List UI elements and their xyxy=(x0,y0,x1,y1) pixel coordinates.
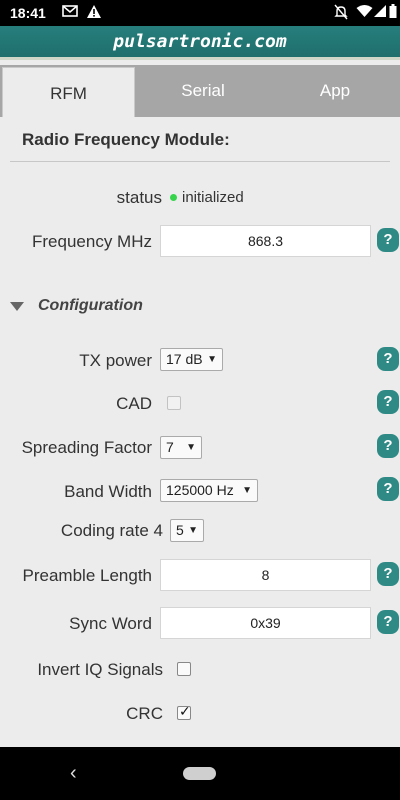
spreading-factor-select[interactable]: 7 ▼ xyxy=(160,436,202,459)
invert-iq-checkbox[interactable] xyxy=(177,662,191,676)
home-button[interactable] xyxy=(183,767,216,780)
crc-label: CRC xyxy=(126,704,163,723)
dropdown-arrow-icon: ▼ xyxy=(242,485,252,496)
rfm-panel xyxy=(0,117,400,747)
bandwidth-value: 125000 Hz xyxy=(166,482,234,498)
clock: 18:41 xyxy=(10,5,46,21)
back-arrow-icon[interactable]: ‹ xyxy=(70,762,77,785)
battery-icon xyxy=(389,4,397,18)
frequency-help-button[interactable]: ? xyxy=(377,228,399,252)
spreading-factor-help-button[interactable]: ? xyxy=(377,434,399,458)
preamble-length-label: Preamble Length xyxy=(22,566,152,585)
dropdown-arrow-icon: ▼ xyxy=(186,442,196,453)
status-indicator xyxy=(170,194,177,201)
coding-rate-value: 5 xyxy=(176,522,184,538)
frequency-input[interactable] xyxy=(160,225,371,257)
page-title: Radio Frequency Module: xyxy=(22,130,230,149)
dropdown-arrow-icon: ▼ xyxy=(188,525,198,536)
status-value: initialized xyxy=(182,189,244,206)
bandwidth-help-button[interactable]: ? xyxy=(377,477,399,501)
sync-word-label: Sync Word xyxy=(69,614,152,633)
bandwidth-select[interactable]: 125000 Hz ▼ xyxy=(160,479,258,502)
divider xyxy=(10,161,390,162)
cad-checkbox[interactable] xyxy=(167,396,181,410)
frequency-label: Frequency MHz xyxy=(32,232,152,251)
tx-power-value: 17 dB xyxy=(166,351,203,367)
coding-rate-label: Coding rate 4 xyxy=(60,521,163,540)
tx-power-label: TX power xyxy=(79,351,152,370)
tab-serial[interactable]: Serial xyxy=(136,65,270,117)
signal-icon xyxy=(374,5,386,17)
wifi-icon xyxy=(356,5,373,17)
triangle-down-icon xyxy=(10,302,24,311)
spreading-factor-label: Spreading Factor xyxy=(21,438,152,457)
invert-iq-label: Invert IQ Signals xyxy=(37,660,163,679)
app-title: pulsartronic.com xyxy=(0,26,400,60)
tab-bar: RFM Serial App xyxy=(0,65,400,119)
preamble-length-input[interactable] xyxy=(160,559,371,591)
tab-rfm[interactable]: RFM xyxy=(2,67,135,119)
checkmark-icon: ✓ xyxy=(179,703,191,719)
crc-checkbox[interactable]: ✓ xyxy=(177,703,191,720)
sync-word-input[interactable] xyxy=(160,607,371,639)
configuration-title: Configuration xyxy=(38,297,143,314)
spreading-factor-value: 7 xyxy=(166,439,174,455)
cad-help-button[interactable]: ? xyxy=(377,390,399,414)
alert-icon xyxy=(87,5,101,18)
tx-power-help-button[interactable]: ? xyxy=(377,347,399,371)
status-label: status xyxy=(116,188,162,207)
status-bar: 18:41 xyxy=(0,0,400,26)
preamble-length-help-button[interactable]: ? xyxy=(377,562,399,586)
tab-app[interactable]: App xyxy=(270,65,400,117)
sync-word-help-button[interactable]: ? xyxy=(377,610,399,634)
mail-icon xyxy=(62,5,78,17)
bandwidth-label: Band Width xyxy=(64,482,152,501)
tx-power-select[interactable]: 17 dB ▼ xyxy=(160,348,223,371)
coding-rate-select[interactable]: 5 ▼ xyxy=(170,519,204,542)
bell-off-icon xyxy=(334,4,348,20)
dropdown-arrow-icon: ▼ xyxy=(207,354,217,365)
cad-label: CAD xyxy=(116,394,152,413)
